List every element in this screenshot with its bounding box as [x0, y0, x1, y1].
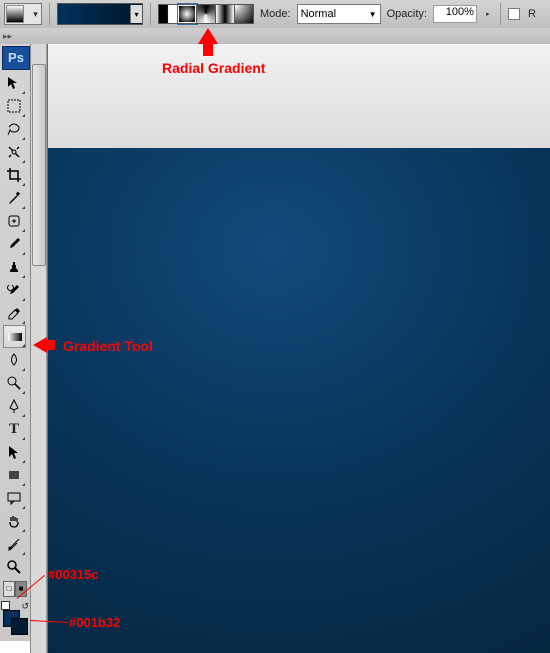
- pen-tool[interactable]: [3, 395, 25, 417]
- lasso-tool[interactable]: [3, 118, 25, 140]
- tool-preset-picker[interactable]: ▾: [4, 3, 42, 25]
- annotation-gradient-tool: Gradient Tool: [63, 338, 153, 354]
- rectangle-shape-tool[interactable]: [3, 464, 25, 486]
- grip-icon[interactable]: ▸▸: [3, 31, 12, 42]
- move-tool[interactable]: [3, 72, 25, 94]
- dodge-tool[interactable]: [3, 372, 25, 394]
- divider: [150, 3, 151, 25]
- blur-tool[interactable]: [3, 349, 25, 371]
- scrollbar-thumb[interactable]: [32, 64, 46, 266]
- clone-stamp-tool[interactable]: [3, 256, 25, 278]
- reverse-checkbox[interactable]: [508, 8, 520, 20]
- swap-colors-icon[interactable]: ↺: [21, 601, 29, 612]
- opacity-flyout-icon[interactable]: ▸: [483, 5, 493, 23]
- annotation-arrow-icon: [198, 28, 218, 44]
- blend-mode-value: Normal: [301, 8, 336, 20]
- annotation-fg-hex: #00315c: [48, 567, 99, 582]
- gradient-picker[interactable]: ▾: [57, 3, 143, 25]
- notes-tool[interactable]: [3, 487, 25, 509]
- options-bar: ▾ ▾ Mode: Normal ▼ Opacity: 100% ▸ R: [0, 0, 550, 29]
- blend-mode-select[interactable]: Normal ▼: [297, 4, 381, 24]
- dock-header: ▸▸: [0, 28, 550, 45]
- chevron-down-icon: ▾: [31, 8, 40, 20]
- canvas-top-region: [48, 44, 550, 148]
- gradient-type-group: [158, 4, 254, 24]
- healing-brush-tool[interactable]: [3, 210, 25, 232]
- path-selection-tool[interactable]: [3, 441, 25, 463]
- divider: [500, 3, 501, 25]
- color-swatches: ↺: [1, 601, 29, 633]
- gradient-thumb-icon: [6, 5, 24, 23]
- brush-tool[interactable]: [3, 233, 25, 255]
- mode-label: Mode:: [260, 8, 291, 20]
- zoom-tool[interactable]: [3, 556, 25, 578]
- diamond-gradient-button[interactable]: [235, 4, 254, 24]
- chevron-down-icon: ▼: [369, 10, 377, 19]
- gradient-tool[interactable]: [3, 325, 26, 348]
- reverse-short-label: R: [528, 8, 536, 20]
- history-brush-tool[interactable]: [3, 279, 25, 301]
- default-colors-icon[interactable]: [1, 601, 10, 610]
- tool-panel: Ps T □■ ↺: [0, 44, 30, 641]
- angle-gradient-button[interactable]: [197, 4, 216, 24]
- marquee-tool[interactable]: [3, 95, 25, 117]
- divider: [49, 3, 50, 25]
- quick-selection-tool[interactable]: [3, 141, 25, 163]
- quick-mask-toggle[interactable]: □■: [3, 581, 27, 597]
- canvas-gradient-region: [48, 148, 550, 653]
- crop-tool[interactable]: [3, 164, 25, 186]
- annotation-arrow-icon: [33, 337, 47, 353]
- chevron-down-icon: ▾: [130, 5, 142, 23]
- annotation-bg-hex: #001b32: [69, 615, 120, 630]
- type-tool[interactable]: T: [3, 418, 25, 440]
- annotation-radial-gradient: Radial Gradient: [162, 60, 265, 76]
- radial-gradient-button[interactable]: [178, 4, 197, 24]
- app-badge[interactable]: Ps: [2, 46, 30, 70]
- color-sampler-tool[interactable]: [3, 533, 25, 555]
- background-color[interactable]: [11, 618, 28, 635]
- linear-gradient-button[interactable]: [158, 4, 178, 24]
- eraser-tool[interactable]: [3, 302, 25, 324]
- opacity-label: Opacity:: [387, 8, 427, 20]
- eyedropper-tool[interactable]: [3, 187, 25, 209]
- reflected-gradient-button[interactable]: [216, 4, 235, 24]
- hand-tool[interactable]: [3, 510, 25, 532]
- opacity-input[interactable]: 100%: [433, 5, 477, 23]
